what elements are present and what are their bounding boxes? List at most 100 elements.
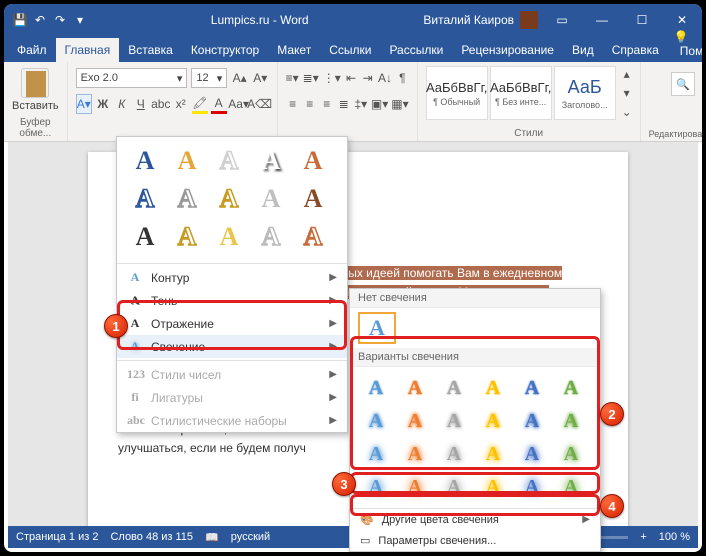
strike-icon[interactable]: abc [152, 94, 170, 114]
tell-me[interactable]: 💡 Помощ [668, 26, 702, 62]
glow-variant[interactable]: A [475, 406, 511, 436]
tab-file[interactable]: Файл [8, 38, 56, 62]
menu-glow[interactable]: AСвечение▶ [117, 335, 347, 358]
sub-sup-icon[interactable]: x² [173, 94, 189, 114]
text-effect-preset[interactable]: A [125, 181, 165, 217]
font-size-combo[interactable]: 12▾ [191, 68, 227, 88]
glow-more-colors[interactable]: 🎨Другие цвета свечения▶ [350, 509, 600, 530]
text-effect-preset[interactable]: A [293, 219, 333, 255]
glow-options[interactable]: ▭Параметры свечения... [350, 530, 600, 551]
glow-variant[interactable]: A [475, 439, 511, 469]
menu-shadow[interactable]: AТень▶ [117, 289, 347, 312]
text-effect-preset[interactable]: A [167, 219, 207, 255]
tab-mailings[interactable]: Рассылки [380, 38, 452, 62]
text-effect-preset[interactable]: A [209, 219, 249, 255]
justify-icon[interactable]: ≣ [337, 94, 351, 114]
shading-icon[interactable]: ▣▾ [371, 94, 388, 114]
tab-review[interactable]: Рецензирование [452, 38, 563, 62]
grow-font-icon[interactable]: A▴ [231, 68, 248, 88]
glow-variant[interactable]: A [397, 439, 433, 469]
glow-variant[interactable]: A [553, 472, 589, 502]
glow-variant[interactable]: A [436, 406, 472, 436]
text-effect-preset[interactable]: A [251, 143, 291, 179]
glow-variant[interactable]: A [553, 439, 589, 469]
tab-design[interactable]: Конструктор [182, 38, 268, 62]
highlight-icon[interactable]: 🖍 [192, 94, 208, 114]
undo-icon[interactable]: ↶ [32, 13, 48, 27]
glow-variant[interactable]: A [514, 472, 550, 502]
find-icon[interactable]: 🔍 [671, 72, 695, 96]
bullets-icon[interactable]: ≡▾ [286, 68, 299, 88]
glow-variant[interactable]: A [553, 406, 589, 436]
avatar[interactable] [520, 11, 538, 29]
indent-inc-icon[interactable]: ⇥ [361, 68, 374, 88]
glow-variant[interactable]: A [358, 472, 394, 502]
tab-insert[interactable]: Вставка [119, 38, 182, 62]
borders-icon[interactable]: ▦▾ [391, 94, 408, 114]
glow-variant[interactable]: A [358, 439, 394, 469]
paste-button[interactable]: Вставить [12, 100, 59, 112]
glow-variant[interactable]: A [514, 373, 550, 403]
glow-variant[interactable]: A [475, 373, 511, 403]
status-page[interactable]: Страница 1 из 2 [16, 531, 98, 543]
glow-variant[interactable]: A [358, 406, 394, 436]
tab-references[interactable]: Ссылки [320, 38, 380, 62]
text-effect-preset[interactable]: A [125, 143, 165, 179]
italic-icon[interactable]: К [114, 94, 130, 114]
glow-variant[interactable]: A [475, 472, 511, 502]
font-color-icon[interactable]: A [211, 94, 227, 114]
glow-variant[interactable]: A [553, 373, 589, 403]
font-name-combo[interactable]: Exo 2.0▾ [76, 68, 188, 88]
style-no-spacing[interactable]: АаБбВвГг,¶ Без инте... [490, 66, 552, 120]
glow-none-option[interactable]: A [358, 312, 396, 344]
text-effect-preset[interactable]: A [293, 181, 333, 217]
status-words[interactable]: Слово 48 из 115 [110, 531, 193, 543]
style-heading1[interactable]: АаБЗаголово... [554, 66, 616, 120]
tab-home[interactable]: Главная [56, 38, 120, 62]
text-effect-preset[interactable]: A [209, 143, 249, 179]
style-normal[interactable]: АаБбВвГг,¶ Обычный [426, 66, 488, 120]
shrink-font-icon[interactable]: A▾ [252, 68, 269, 88]
styles-up-icon[interactable]: ▴ [618, 66, 636, 83]
align-right-icon[interactable]: ≡ [320, 94, 334, 114]
text-effect-preset[interactable]: A [251, 219, 291, 255]
tab-view[interactable]: Вид [563, 38, 603, 62]
text-effect-preset[interactable]: A [251, 181, 291, 217]
pilcrow-icon[interactable]: ¶ [396, 68, 409, 88]
text-effect-preset[interactable]: A [125, 219, 165, 255]
glow-variant[interactable]: A [436, 373, 472, 403]
tab-help[interactable]: Справка [603, 38, 668, 62]
menu-reflection[interactable]: AОтражение▶ [117, 312, 347, 335]
glow-variant[interactable]: A [436, 472, 472, 502]
text-effect-preset[interactable]: A [167, 181, 207, 217]
change-case-icon[interactable]: Aa▾ [230, 94, 248, 114]
maximize-icon[interactable]: ☐ [622, 4, 662, 36]
text-effect-preset[interactable]: A [209, 181, 249, 217]
bold-icon[interactable]: Ж [95, 94, 111, 114]
text-effect-preset[interactable]: A [167, 143, 207, 179]
glow-variant[interactable]: A [514, 406, 550, 436]
line-spacing-icon[interactable]: ‡▾ [354, 94, 368, 114]
zoom-in-icon[interactable]: + [640, 531, 646, 543]
glow-variant[interactable]: A [397, 373, 433, 403]
indent-dec-icon[interactable]: ⇤ [345, 68, 358, 88]
qa-more-icon[interactable]: ▾ [72, 13, 88, 27]
save-icon[interactable]: 💾 [12, 13, 28, 27]
glow-variant[interactable]: A [397, 406, 433, 436]
status-language[interactable]: русский [231, 531, 270, 543]
menu-outline[interactable]: AКонтур▶ [117, 266, 347, 289]
text-effect-preset[interactable]: A [293, 143, 333, 179]
text-effects-button[interactable]: A▾ [76, 94, 92, 114]
clear-format-icon[interactable]: A⌫ [251, 94, 269, 114]
tab-layout[interactable]: Макет [268, 38, 320, 62]
sort-icon[interactable]: A↓ [378, 68, 392, 88]
numbering-icon[interactable]: ≣▾ [303, 68, 319, 88]
multilevel-icon[interactable]: ⋮▾ [323, 68, 341, 88]
paste-icon[interactable] [21, 68, 49, 98]
status-spellcheck-icon[interactable]: 📖 [205, 531, 219, 544]
user-name[interactable]: Виталий Каиров [423, 13, 514, 27]
styles-down-icon[interactable]: ▾ [618, 85, 636, 102]
redo-icon[interactable]: ↷ [52, 13, 68, 27]
glow-variant[interactable]: A [397, 472, 433, 502]
align-left-icon[interactable]: ≡ [286, 94, 300, 114]
